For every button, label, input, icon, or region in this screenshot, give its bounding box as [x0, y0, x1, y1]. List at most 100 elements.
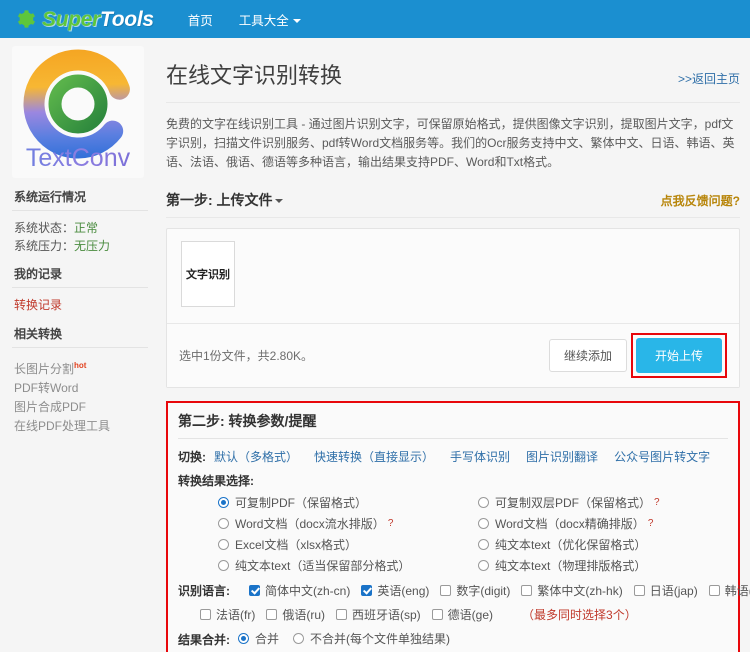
divider	[12, 287, 148, 288]
nav-item-all-tools[interactable]: 工具大全	[239, 10, 301, 29]
result-option-text-partial[interactable]: 纯文本text（适当保留部分格式）	[218, 557, 468, 574]
lang-option-digit[interactable]: 数字(digit)	[440, 582, 510, 599]
recognition-language-row-2: 法语(fr) 俄语(ru) 西班牙语(sp) 德语(ge) （最多同时选择3个）	[178, 606, 728, 623]
lang-option-fr[interactable]: 法语(fr)	[200, 606, 255, 623]
page-body: TextConv 系统运行情况 系统状态：正常 系统压力：无压力 我的记录 转换…	[0, 38, 750, 652]
page-title: 在线文字识别转换	[166, 63, 343, 88]
radio-indicator[interactable]	[218, 560, 229, 571]
lang-option-sp[interactable]: 西班牙语(sp)	[336, 606, 421, 623]
merge-result-row: 结果合并: 合并 不合并(每个文件单独结果)	[178, 630, 728, 648]
radio-indicator[interactable]	[293, 633, 305, 644]
result-option-dual-layer-pdf[interactable]: 可复制双层PDF（保留格式） ?	[478, 494, 728, 511]
nav-item-all-tools-label: 工具大全	[238, 13, 289, 28]
lang-option-label: 法语(fr)	[216, 608, 256, 622]
merge-option-separate[interactable]: 不合并(每个文件单独结果)	[293, 630, 450, 647]
radio-indicator[interactable]	[218, 497, 229, 508]
radio-indicator[interactable]	[478, 560, 489, 571]
lang-option-jap[interactable]: 日语(jap)	[633, 582, 698, 599]
lang-option-label: 日语(jap)	[649, 584, 698, 598]
nav-links: 首页 工具大全	[188, 10, 301, 29]
radio-indicator[interactable]	[218, 518, 229, 529]
sidebar-item-online-pdf-tools[interactable]: 在线PDF处理工具	[14, 417, 148, 436]
gear-icon	[14, 8, 36, 30]
step2-title[interactable]: 第二步: 转换参数/提醒	[178, 409, 728, 436]
checkbox-indicator[interactable]	[249, 585, 260, 596]
result-option-label: Word文档（docx精确排版）	[495, 517, 645, 531]
file-thumbnail[interactable]: 文字识别	[181, 241, 235, 307]
nav-item-home[interactable]: 首页	[188, 10, 213, 29]
step1-header: 第一步: 上传文件 点我反馈问题?	[166, 190, 740, 210]
divider	[12, 210, 148, 211]
lang-option-ge[interactable]: 德语(ge)	[431, 606, 493, 623]
checkbox-indicator[interactable]	[633, 585, 645, 596]
system-status-row: 系统状态：正常	[14, 219, 148, 237]
radio-indicator[interactable]	[238, 633, 249, 644]
start-upload-button[interactable]: 开始上传	[635, 338, 722, 373]
merge-result-label: 结果合并:	[178, 633, 230, 647]
result-format-label: 转换结果选择:	[178, 474, 254, 488]
radio-indicator[interactable]	[478, 497, 489, 508]
switch-link-image-translate[interactable]: 图片识别翻译	[526, 448, 598, 465]
sidebar-item-conversion-records[interactable]: 转换记录	[14, 296, 148, 315]
system-load-value: 无压力	[74, 239, 111, 253]
lang-option-ru[interactable]: 俄语(ru)	[266, 606, 325, 623]
result-option-label: 可复制PDF（保留格式）	[235, 496, 368, 510]
radio-indicator[interactable]	[478, 518, 489, 529]
switch-link-wechat-image-text[interactable]: 公众号图片转文字	[614, 448, 710, 465]
step2-title-label: 第二步: 转换参数/提醒	[178, 413, 317, 429]
lang-option-eng[interactable]: 英语(eng)	[361, 582, 429, 599]
merge-option-merge[interactable]: 合并	[238, 630, 279, 647]
radio-indicator[interactable]	[478, 539, 489, 550]
add-more-files-button[interactable]: 继续添加	[548, 339, 627, 372]
result-option-excel[interactable]: Excel文档（xlsx格式）	[218, 536, 468, 553]
lang-option-label: 简体中文(zh-cn)	[265, 584, 351, 598]
lang-option-ko[interactable]: 韩语(ko)	[708, 582, 750, 599]
switch-mode-links: 默认（多格式） 快速转换（直接显示） 手写体识别 图片识别翻译 公众号图片转文字	[214, 448, 710, 465]
checkbox-indicator[interactable]	[266, 609, 278, 620]
radio-indicator[interactable]	[218, 539, 229, 550]
checkbox-indicator[interactable]	[521, 585, 533, 596]
checkbox-indicator[interactable]	[440, 585, 452, 596]
intro-description: 免费的文字在线识别工具 - 通过图片识别文字，可保留原始格式，提供图像文字识别，…	[166, 117, 735, 169]
divider	[12, 347, 148, 348]
switch-link-handwriting[interactable]: 手写体识别	[450, 448, 510, 465]
result-option-label: 可复制双层PDF（保留格式）	[495, 496, 652, 510]
lang-option-zh-cn[interactable]: 简体中文(zh-cn)	[249, 582, 350, 599]
back-to-home-link[interactable]: >>返回主页	[678, 70, 740, 87]
checkbox-indicator[interactable]	[200, 609, 211, 620]
step2-panel: 第二步: 转换参数/提醒 切换: 默认（多格式） 快速转换（直接显示） 手写体识…	[166, 401, 750, 652]
help-icon[interactable]: ?	[648, 518, 654, 529]
help-icon[interactable]: ?	[388, 518, 394, 529]
brand-name-tools: Tools	[100, 7, 154, 31]
feedback-link[interactable]: 点我反馈问题?	[661, 192, 740, 209]
sidebar-item-image-to-pdf[interactable]: 图片合成PDF	[14, 398, 148, 417]
checkbox-indicator[interactable]	[336, 609, 347, 620]
switch-link-default[interactable]: 默认（多格式）	[214, 448, 298, 465]
checkbox-indicator[interactable]	[431, 609, 443, 620]
sidebar-item-long-image-split[interactable]: 长图片分割hot	[14, 356, 148, 379]
brand-logo[interactable]: SuperTools	[14, 8, 154, 30]
lang-option-label: 西班牙语(sp)	[352, 608, 421, 622]
help-icon[interactable]: ?	[654, 497, 660, 508]
checkbox-indicator[interactable]	[361, 585, 373, 596]
svg-text:TextConv: TextConv	[26, 144, 131, 172]
switch-link-fast[interactable]: 快速转换（直接显示）	[314, 448, 434, 465]
result-option-label: Excel文档（xlsx格式）	[235, 538, 358, 552]
system-status-label: 系统状态：	[14, 221, 75, 235]
checkbox-indicator[interactable]	[708, 585, 720, 596]
result-option-word-precise[interactable]: Word文档（docx精确排版） ?	[478, 515, 728, 532]
sidebar-item-pdf-to-word[interactable]: PDF转Word	[14, 379, 148, 398]
result-option-word-flow[interactable]: Word文档（docx流水排版） ?	[218, 515, 468, 532]
result-option-label: 纯文本text（适当保留部分格式）	[235, 559, 411, 573]
lang-option-label: 英语(eng)	[377, 584, 430, 598]
hot-badge: hot	[74, 361, 87, 370]
step1-title[interactable]: 第一步: 上传文件	[166, 190, 283, 210]
lang-option-label: 数字(digit)	[456, 584, 511, 598]
result-option-text-physical[interactable]: 纯文本text（物理排版格式）	[478, 557, 728, 574]
result-option-text-optimized[interactable]: 纯文本text（优化保留格式）	[478, 536, 728, 553]
lang-option-zh-hk[interactable]: 繁体中文(zh-hk)	[521, 582, 623, 599]
system-load-label: 系统压力：	[14, 239, 75, 253]
sidebar-heading-records: 我的记录	[14, 267, 63, 281]
result-option-copyable-pdf[interactable]: 可复制PDF（保留格式）	[218, 494, 468, 511]
system-status-value: 正常	[74, 221, 99, 235]
